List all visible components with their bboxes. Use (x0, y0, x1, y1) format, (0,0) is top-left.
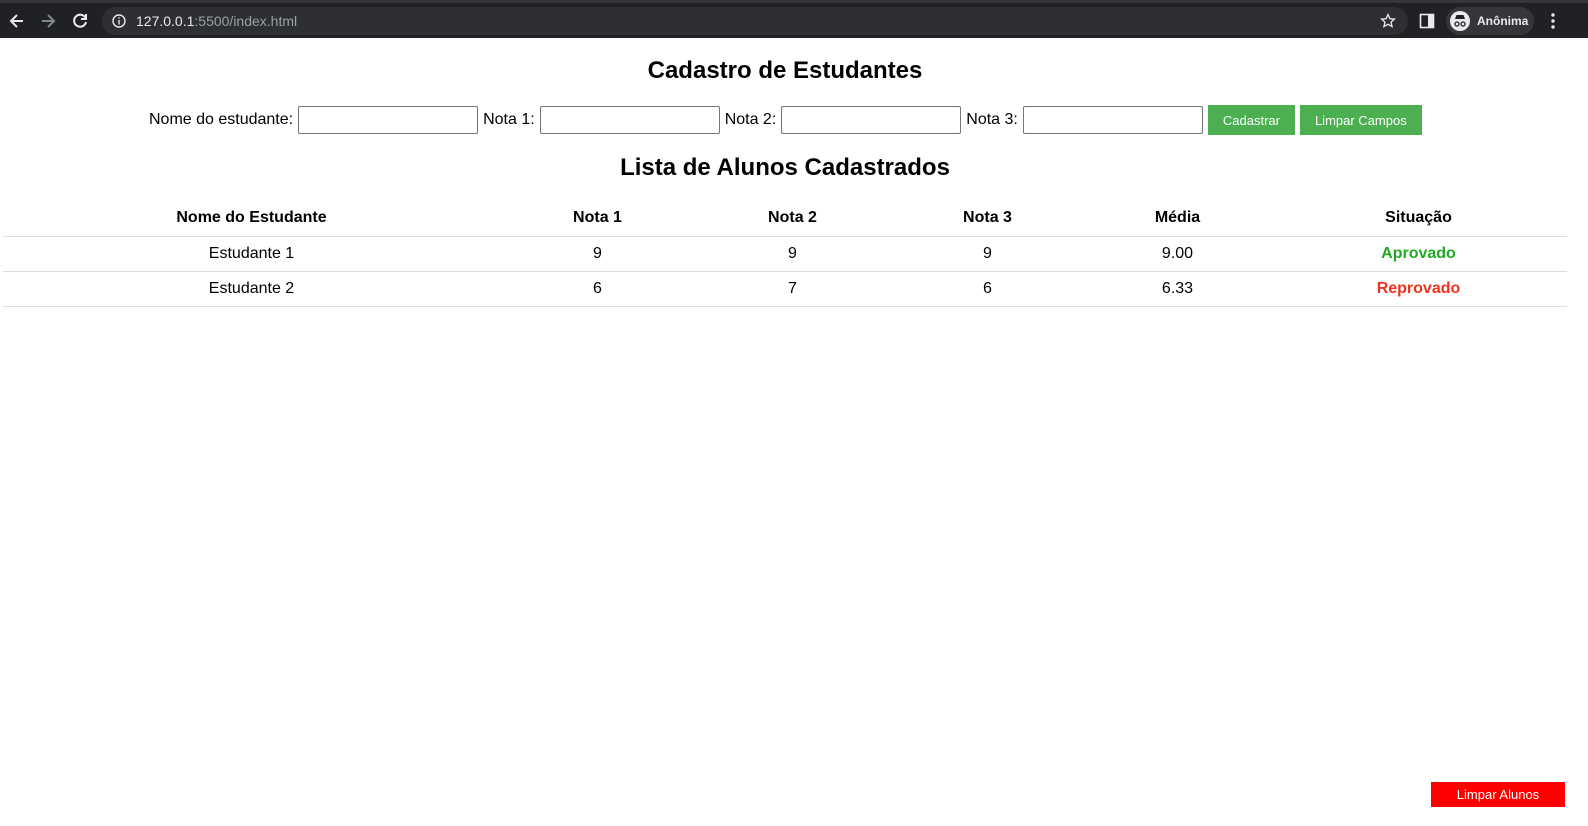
cell-status: Reprovado (1270, 271, 1567, 307)
cell-nota3: 9 (890, 236, 1085, 272)
list-title: Lista de Alunos Cadastrados (620, 154, 950, 181)
url-host: 127.0.0.1 (136, 13, 195, 29)
nota1-input[interactable] (539, 106, 720, 134)
student-form: Nome do estudante: Nota 1: Nota 2: Nota … (149, 104, 1427, 136)
nota2-label: Nota 2: (724, 111, 777, 128)
name-input[interactable] (298, 106, 479, 134)
incognito-icon (1450, 11, 1470, 31)
header-media: Média (1085, 200, 1270, 237)
limpar-alunos-button[interactable]: Limpar Alunos (1431, 782, 1565, 807)
header-nota3: Nota 3 (890, 200, 1085, 237)
header-nome: Nome do Estudante (3, 200, 500, 237)
more-menu-icon[interactable] (1549, 12, 1557, 30)
table-row: Estudante 1 9 9 9 9.00 Aprovado (3, 236, 1567, 272)
cell-media: 9.00 (1085, 236, 1270, 272)
header-situacao: Situação (1270, 200, 1567, 237)
url-text: 127.0.0.1:5500/index.html (136, 13, 297, 29)
cell-status: Aprovado (1270, 236, 1567, 272)
cell-nota1: 9 (500, 236, 695, 272)
url-path: :5500/index.html (194, 13, 298, 29)
cell-media: 6.33 (1085, 271, 1270, 307)
nota3-label: Nota 3: (966, 111, 1018, 128)
students-table: Nome do Estudante Nota 1 Nota 2 Nota 3 M… (3, 200, 1567, 307)
cell-nota2: 7 (695, 271, 890, 307)
name-label: Nome do estudante: (149, 111, 294, 128)
cell-nota2: 9 (695, 236, 890, 272)
reload-icon[interactable] (70, 11, 90, 31)
star-icon[interactable] (1379, 12, 1397, 29)
profile-chip[interactable]: Anônima (1446, 7, 1534, 35)
header-nota2: Nota 2 (695, 200, 890, 237)
nota2-input[interactable] (781, 106, 962, 134)
nota3-input[interactable] (1022, 106, 1203, 134)
nota1-label: Nota 1: (483, 111, 535, 128)
header-nota1: Nota 1 (500, 200, 695, 237)
page-title: Cadastro de Estudantes (647, 57, 923, 84)
back-arrow-icon[interactable] (7, 11, 27, 31)
browser-toolbar: 127.0.0.1:5500/index.html Anônima (0, 0, 1588, 38)
cadastrar-button[interactable]: Cadastrar (1207, 105, 1295, 135)
side-panel-icon[interactable] (1419, 13, 1435, 29)
forward-arrow-icon[interactable] (38, 11, 58, 31)
cell-nota1: 6 (500, 271, 695, 307)
address-bar[interactable]: 127.0.0.1:5500/index.html (102, 7, 1408, 35)
cell-name: Estudante 2 (3, 271, 500, 307)
profile-label: Anônima (1477, 14, 1529, 28)
table-header-row: Nome do Estudante Nota 1 Nota 2 Nota 3 M… (3, 200, 1567, 237)
cell-name: Estudante 1 (3, 236, 500, 272)
limpar-campos-button[interactable]: Limpar Campos (1299, 105, 1422, 135)
cell-nota3: 6 (890, 271, 1085, 307)
table-row: Estudante 2 6 7 6 6.33 Reprovado (3, 271, 1567, 307)
info-icon[interactable] (112, 14, 126, 28)
